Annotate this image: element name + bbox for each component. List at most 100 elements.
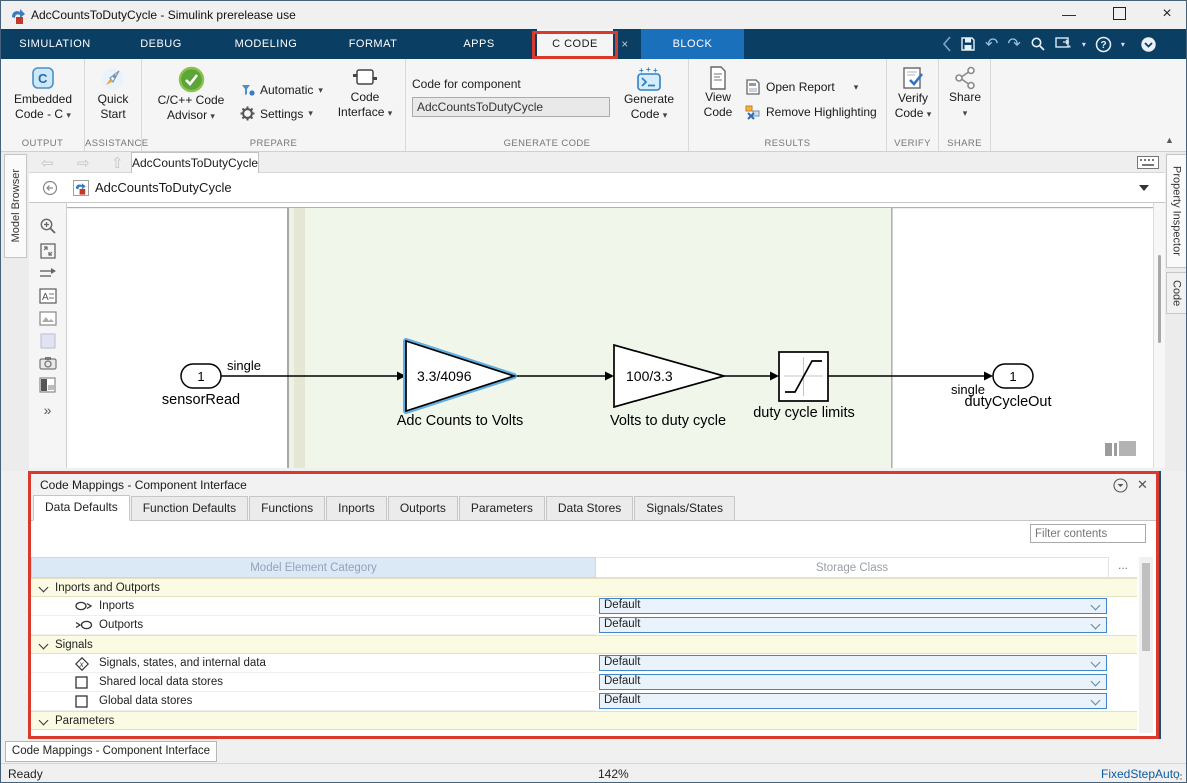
chevron-down-icon[interactable] (39, 583, 49, 593)
code-advisor-button[interactable]: C/C++ Code Advisor ▾ (148, 61, 234, 123)
redo-icon[interactable]: ↷ (1007, 34, 1020, 54)
row-signals-states: x Signals, states, and internal data Def… (31, 654, 1137, 673)
chevron-down-icon (1091, 696, 1101, 706)
embedded-code-button[interactable]: C Embedded Code - C ▾ (5, 61, 81, 122)
verify-code-button[interactable]: Verify Code ▾ (888, 61, 938, 121)
image-icon[interactable] (39, 311, 57, 326)
navigate-up-icon[interactable]: ⇧ (111, 154, 124, 172)
ribbon-collapse-icon[interactable]: ▲ (1165, 135, 1174, 145)
filter-contents-input[interactable] (1030, 524, 1146, 543)
panel-vscrollbar-thumb[interactable] (1142, 563, 1150, 651)
palette-expand-icon[interactable]: » (44, 402, 52, 418)
tab-signals-states[interactable]: Signals/States (634, 496, 735, 520)
row-global-data-stores: Global data stores Default (31, 692, 1137, 711)
capture-dropdown-icon[interactable]: ▾ (1082, 40, 1086, 49)
document-tab[interactable]: AdcCountsToDutyCycle (131, 152, 259, 173)
close-button[interactable]: × (1147, 1, 1187, 29)
saturation-block[interactable] (779, 352, 828, 401)
share-button[interactable]: Share ▾ (940, 61, 990, 120)
help-dropdown-icon[interactable]: ▾ (1121, 40, 1125, 49)
capture-screenshot-icon[interactable]: * (1055, 36, 1073, 52)
navigate-forward-icon[interactable]: ⇨ (77, 154, 90, 172)
panel-header: Code Mappings - Component Interface ✕ (31, 474, 1156, 496)
outport-block[interactable]: 1 (993, 364, 1033, 388)
group-row-inports-outports[interactable]: Inports and Outports (31, 578, 1137, 597)
panel-minimize-icon[interactable] (1113, 478, 1128, 493)
tab-data-stores[interactable]: Data Stores (546, 496, 633, 520)
remove-highlighting-button[interactable]: Remove Highlighting (745, 104, 877, 120)
area-icon[interactable] (40, 333, 56, 349)
tab-modeling[interactable]: MODELING (231, 29, 301, 59)
open-report-button[interactable]: Open Report ▾ (745, 79, 858, 95)
status-solver[interactable]: FixedStepAuto (1101, 767, 1180, 781)
chevron-down-icon[interactable] (39, 640, 49, 650)
storage-class-select-signals[interactable]: Default (599, 655, 1107, 671)
tab-parameters[interactable]: Parameters (459, 496, 545, 520)
signal-icon: x (75, 657, 89, 671)
toolstrip-collapse-icon[interactable] (1140, 36, 1157, 53)
navigate-back-icon[interactable]: ⇦ (41, 154, 54, 172)
close-tab-icon[interactable]: × (615, 29, 635, 59)
model-browser-tab[interactable]: Model Browser (4, 154, 27, 258)
statusbar: Ready 142% FixedStepAuto (1, 763, 1186, 783)
tab-function-defaults[interactable]: Function Defaults (131, 496, 248, 520)
canvas-vscrollbar-thumb[interactable] (1158, 255, 1161, 343)
viewmarks-icon[interactable] (39, 377, 56, 393)
tab-block[interactable]: BLOCK (641, 29, 744, 59)
tab-simulation[interactable]: SIMULATION (15, 29, 95, 59)
canvas-vscrollbar[interactable] (1153, 203, 1165, 468)
storage-class-select-outports[interactable]: Default (599, 617, 1107, 633)
tab-data-defaults[interactable]: Data Defaults (33, 495, 130, 521)
hide-explorer-bar-icon[interactable] (42, 180, 58, 196)
quick-start-button[interactable]: Quick Start (88, 61, 138, 121)
minimize-button[interactable]: — (1049, 1, 1089, 29)
code-interface-icon (352, 66, 378, 90)
group-row-parameters[interactable]: Parameters (31, 711, 1137, 730)
property-inspector-tab[interactable]: Property Inspector (1166, 154, 1187, 268)
group-row-signals[interactable]: Signals (31, 635, 1137, 654)
undo-icon[interactable]: ↶ (985, 34, 998, 54)
code-mappings-bottom-tab[interactable]: Code Mappings - Component Interface (5, 741, 217, 762)
camera-icon[interactable] (39, 356, 57, 370)
code-for-component-field[interactable] (412, 97, 610, 117)
column-header-category[interactable]: Model Element Category (31, 557, 596, 578)
column-more-button[interactable]: ... (1109, 557, 1137, 578)
tab-apps[interactable]: APPS (456, 29, 502, 59)
code-side-tab[interactable]: Code (1166, 272, 1187, 314)
help-icon[interactable]: ? (1095, 36, 1112, 53)
tab-functions[interactable]: Functions (249, 496, 325, 520)
panel-vscrollbar[interactable] (1139, 557, 1153, 733)
signal-routing-icon[interactable] (39, 267, 57, 281)
tab-inports[interactable]: Inports (326, 496, 387, 520)
inport-block[interactable]: 1 (181, 364, 221, 388)
keyboard-shortcuts-icon[interactable] (1137, 156, 1159, 169)
generate-code-button[interactable]: +++ Generate Code ▾ (614, 61, 684, 122)
tab-format[interactable]: FORMAT (343, 29, 403, 59)
storage-class-select-shared-local[interactable]: Default (599, 674, 1107, 690)
tab-debug[interactable]: DEBUG (131, 29, 191, 59)
tab-outports[interactable]: Outports (388, 496, 458, 520)
column-header-storage-class[interactable]: Storage Class (596, 557, 1109, 578)
storage-class-select-global[interactable]: Default (599, 693, 1107, 709)
view-code-button[interactable]: View Code (697, 61, 739, 119)
panel-close-icon[interactable]: ✕ (1137, 474, 1148, 496)
automatic-build-button[interactable]: Automatic▾ (240, 83, 323, 97)
save-icon[interactable] (960, 36, 976, 52)
model-canvas[interactable]: 1 sensorRead single 3.3/4096 Adc Counts … (67, 203, 1153, 468)
breadcrumb-dropdown-icon[interactable] (1139, 185, 1149, 191)
code-interface-button[interactable]: Code Interface ▾ (328, 61, 402, 120)
chevron-down-icon[interactable] (39, 716, 49, 726)
svg-text:*: * (1068, 44, 1071, 52)
resize-grip[interactable] (1173, 771, 1183, 781)
search-icon[interactable] (1030, 36, 1046, 52)
zoom-in-icon[interactable] (39, 217, 57, 235)
model-file-icon (73, 180, 89, 196)
fit-to-view-icon[interactable] (39, 242, 57, 260)
breadcrumb[interactable]: AdcCountsToDutyCycle (95, 180, 232, 195)
settings-button[interactable]: Settings▾ (240, 106, 313, 121)
share-icon (954, 66, 976, 90)
maximize-button[interactable] (1099, 1, 1139, 29)
storage-class-select-inports[interactable]: Default (599, 598, 1107, 614)
annotation-icon[interactable]: A (39, 288, 57, 304)
code-advisor-check-icon (178, 66, 205, 93)
